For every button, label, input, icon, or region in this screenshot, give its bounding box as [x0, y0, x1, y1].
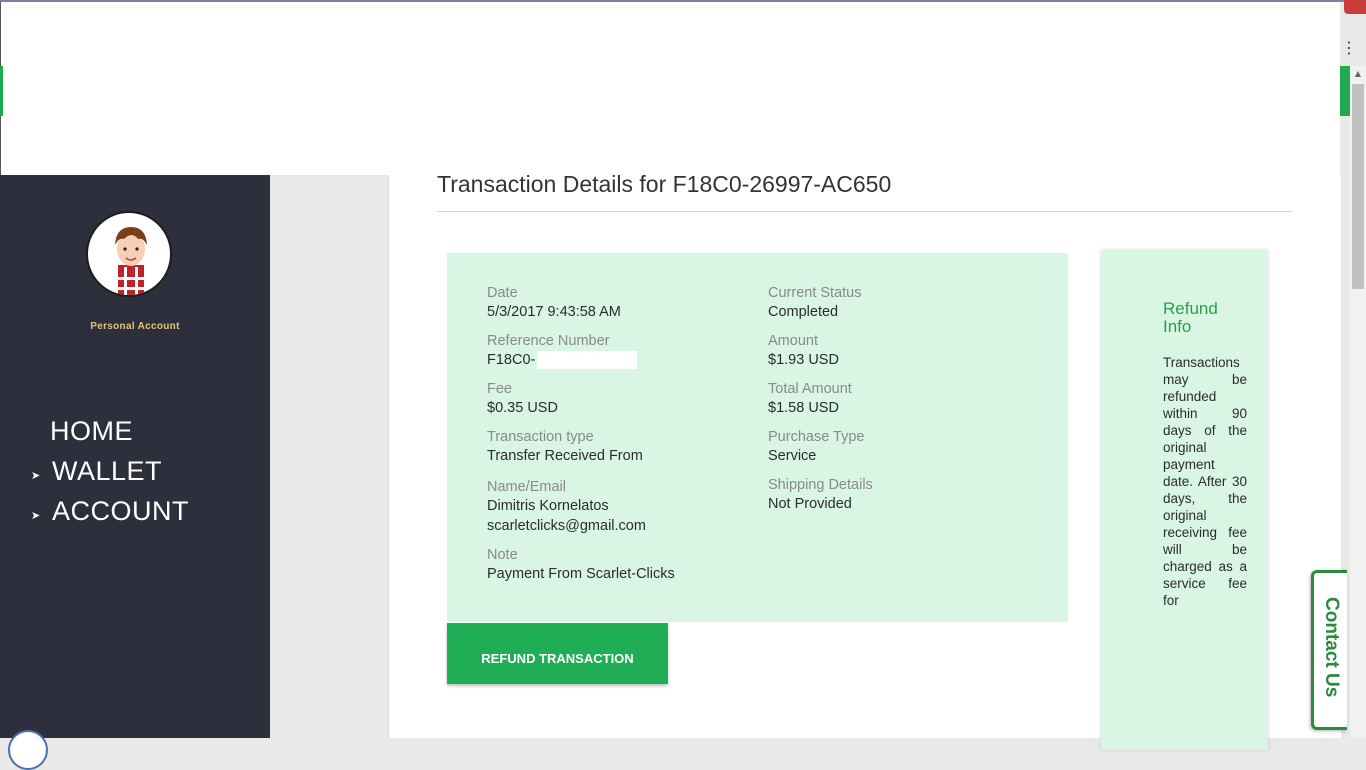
content-gutter [270, 175, 388, 738]
sidebar: Personal Account HOME ➤ WALLET ➤ ACCOUNT [0, 175, 270, 770]
note-label: Note [487, 547, 518, 563]
page-title: Transaction Details for F18C0-26997-AC65… [437, 171, 892, 197]
note-field: Note Payment From Scarlet-Clicks [487, 546, 675, 584]
purchase-type-field: Purchase Type Service [768, 428, 864, 466]
header-area [0, 2, 1340, 175]
shipping-field: Shipping Details Not Provided [768, 476, 873, 514]
date-label: Date [487, 285, 518, 301]
status-field: Current Status Completed [768, 284, 862, 322]
refund-info-body: Transactions may be refunded within 90 d… [1163, 355, 1247, 608]
refund-info-title: Refund Info [1163, 299, 1218, 336]
name-email-field: Name/Email Dimitris Kornelatos scarletcl… [487, 478, 646, 536]
avatar [86, 211, 172, 297]
redacted-block [537, 351, 638, 369]
refund-transaction-button[interactable]: REFUND TRANSACTION [447, 623, 668, 684]
fee-value: $0.35 USD [487, 400, 558, 416]
email-value: scarletclicks@gmail.com [487, 518, 646, 534]
fee-label: Fee [487, 381, 512, 397]
main-content: Transaction Details for F18C0-26997-AC65… [388, 171, 1341, 750]
nav-wallet[interactable]: WALLET [52, 456, 162, 487]
chevron-right-icon: ➤ [31, 469, 41, 482]
header-accent [0, 66, 3, 116]
status-label: Current Status [768, 285, 862, 301]
name-email-label: Name/Email [487, 479, 566, 495]
amount-field: Amount $1.93 USD [768, 332, 839, 370]
total-amount-value: $1.58 USD [768, 400, 839, 416]
side-accent [1340, 66, 1350, 116]
total-amount-field: Total Amount $1.58 USD [768, 380, 852, 418]
reference-field: Reference Number F18C0- [487, 332, 638, 370]
divider [437, 211, 1292, 212]
menu-kebab-icon[interactable]: ⋮ [1341, 36, 1357, 60]
chevron-right-icon: ➤ [31, 509, 41, 522]
reference-value: F18C0- [487, 352, 536, 368]
note-value: Payment From Scarlet-Clicks [487, 566, 675, 582]
reference-label: Reference Number [487, 333, 610, 349]
transaction-type-value: Transfer Received From [487, 448, 643, 464]
contact-us-tab[interactable]: Contact Us [1311, 570, 1347, 730]
bottom-badge-icon[interactable] [8, 730, 48, 770]
window-close-corner[interactable] [1344, 0, 1366, 14]
account-type-label: Personal Account [90, 321, 180, 332]
purchase-type-value: Service [768, 448, 817, 464]
transaction-type-field: Transaction type Transfer Received From [487, 428, 643, 466]
purchase-type-label: Purchase Type [768, 429, 865, 445]
fee-field: Fee $0.35 USD [487, 380, 558, 418]
shipping-value: Not Provided [768, 496, 852, 512]
name-value: Dimitris Kornelatos [487, 498, 609, 514]
amount-label: Amount [768, 333, 818, 349]
total-amount-label: Total Amount [768, 381, 852, 397]
avatar-image [115, 227, 147, 295]
transaction-details-panel: Date 5/3/2017 9:43:58 AM Reference Numbe… [447, 253, 1068, 622]
nav-home[interactable]: HOME [50, 416, 133, 447]
refund-info-card: Refund Info Transactions may be refunded… [1101, 250, 1268, 750]
date-value: 5/3/2017 9:43:58 AM [487, 304, 621, 320]
scroll-up-arrow-icon[interactable]: ▲ [1350, 66, 1366, 82]
date-field: Date 5/3/2017 9:43:58 AM [487, 284, 621, 322]
reference-value-row: F18C0- [487, 351, 638, 370]
transaction-type-label: Transaction type [487, 429, 594, 445]
nav-account[interactable]: ACCOUNT [52, 496, 189, 527]
contact-us-label: Contact Us [1321, 597, 1342, 698]
scrollbar-thumb[interactable] [1352, 84, 1364, 289]
shipping-label: Shipping Details [768, 477, 873, 493]
status-value: Completed [768, 304, 839, 320]
amount-value: $1.93 USD [768, 352, 839, 368]
